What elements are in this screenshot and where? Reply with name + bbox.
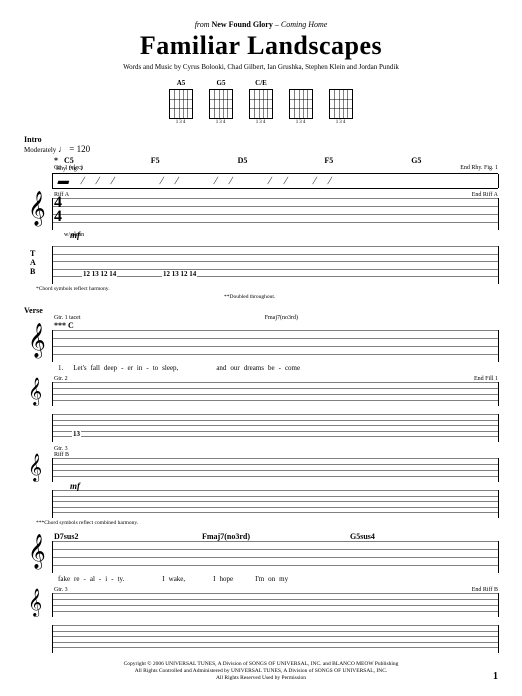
vocal-staff: 𝄞	[52, 330, 498, 362]
dash: –	[275, 20, 279, 29]
chord-diagram: 134	[289, 79, 313, 125]
section-intro: Intro	[24, 135, 498, 144]
dynamic-marking: mf	[70, 230, 80, 240]
verse-system-2: D7sus2 Fmaj7(no3rd) G5sus4 𝄞 fake re - a…	[24, 532, 498, 653]
chord-label: F5	[151, 156, 238, 165]
tab-numbers: 12 13 12 14	[162, 270, 197, 278]
footnote: *Chord symbols reflect harmony.	[36, 286, 498, 292]
credits-line: Words and Music by Cyrus Bolooki, Chad G…	[24, 63, 498, 71]
gtr3-staff: 𝄞 mf	[52, 458, 498, 482]
source-line: from New Found Glory – Coming Home	[24, 20, 498, 29]
fret-numbers: 134	[216, 120, 227, 125]
tab-number: 13	[72, 430, 81, 438]
from-prefix: from	[195, 20, 210, 29]
intro-system: * C5 F5 D5 F5 G5 Gtr. 1 (elec) End Rhy. …	[24, 156, 498, 300]
tempo-marking: Moderately ♩ = 120	[24, 144, 498, 154]
chord-row-intro: * C5 F5 D5 F5 G5	[24, 156, 498, 165]
chord-label: Fmaj7(no3rd)	[202, 532, 350, 541]
chord-diagrams-row: A5 134 G5 134 C/E 134 134 134	[24, 79, 498, 125]
gtr3-tab-2	[52, 625, 498, 653]
verse-chords: *** C	[24, 321, 498, 330]
chord-diagram: 134	[329, 79, 353, 125]
lyrics-line-1: 1. Let's fall deep - er in - to sleep, a…	[24, 364, 498, 372]
treble-clef-icon: 𝄞	[28, 591, 42, 615]
band-name: New Found Glory	[212, 20, 273, 29]
tab-label: TAB	[30, 250, 36, 276]
tab-numbers: 12 13 12 14	[82, 270, 117, 278]
chord-name: C/E	[255, 79, 267, 87]
chord-name: G5	[217, 79, 226, 87]
vocal-staff-2: 𝄞	[52, 541, 498, 573]
gtr2-tab: 13	[52, 414, 498, 442]
tempo-value: ♩ = 120	[58, 144, 90, 154]
section-verse: Verse	[24, 306, 498, 315]
fretboard-icon	[289, 89, 313, 119]
chord-diagram: C/E 134	[249, 79, 273, 125]
lyrics-line-2: fake re - al - i - ty. I wake, I hope I'…	[24, 575, 498, 583]
song-title: Familiar Landscapes	[24, 31, 498, 61]
star: *	[54, 156, 64, 165]
treble-clef-icon: 𝄞	[28, 456, 42, 480]
copyright-footer: Copyright © 2006 UNIVERSAL TUNES, A Divi…	[0, 661, 522, 682]
notation-staff: 𝄞 4 4 mf	[52, 198, 498, 230]
gtr3-staff-2: 𝄞	[52, 593, 498, 617]
fretboard-icon	[209, 89, 233, 119]
let-ring-note: w/ clean	[24, 232, 498, 238]
tablature-staff: TAB 12 13 12 14 12 13 12 14	[52, 246, 498, 284]
copyright-line-3: All Rights Reserved Used by Permission	[0, 675, 522, 682]
rhy-fig-end: End Rhy. Fig. 1	[460, 165, 498, 171]
page-number: 1	[493, 671, 498, 682]
tempo-text: Moderately	[24, 146, 56, 154]
chord-label: C5	[64, 156, 151, 165]
fret-numbers: 134	[176, 120, 187, 125]
treble-clef-icon: 𝄞	[28, 537, 46, 567]
chord-label: C	[68, 321, 283, 330]
gtr2-staff: 𝄞	[52, 382, 498, 406]
fretboard-icon	[329, 89, 353, 119]
album-name: Coming Home	[281, 20, 327, 29]
fretboard-icon	[249, 89, 273, 119]
fret-numbers: 134	[336, 120, 347, 125]
chord-label: G5sus4	[350, 532, 498, 541]
verse2-chords: D7sus2 Fmaj7(no3rd) G5sus4	[24, 532, 498, 541]
fretboard-icon	[169, 89, 193, 119]
copyright-line-2: All Rights Controlled and Administered b…	[0, 668, 522, 675]
chord-name	[340, 79, 342, 87]
chord-name: A5	[177, 79, 186, 87]
treble-clef-icon: 𝄞	[28, 380, 42, 404]
treble-clef-icon: 𝄞	[28, 326, 46, 356]
footnote: ***Chord symbols reflect combined harmon…	[36, 520, 498, 526]
fret-numbers: 134	[256, 120, 267, 125]
chord-label: D5	[238, 156, 325, 165]
copyright-line-1: Copyright © 2006 UNIVERSAL TUNES, A Divi…	[0, 661, 522, 668]
chord-diagram: G5 134	[209, 79, 233, 125]
sheet-header: from New Found Glory – Coming Home Famil…	[24, 20, 498, 125]
chord-label: F5	[324, 156, 411, 165]
chord-label: D7sus2	[54, 532, 202, 541]
verse-number: 1.	[58, 364, 63, 372]
footnote: **Doubled throughout.	[224, 294, 498, 300]
rhythm-slashes: Rhy. Fig. 1 ▬/// // // // //	[52, 173, 498, 189]
treble-clef-icon: 𝄞	[28, 194, 46, 224]
verse-system-1: Gtr. 1 tacet Fmaj7(no3rd) *** C 𝄞 1. Let…	[24, 315, 498, 526]
rhy-fig-start: Rhy. Fig. 1	[56, 166, 83, 172]
chord-label: G5	[411, 156, 498, 165]
chord-name	[300, 79, 302, 87]
fret-numbers: 134	[296, 120, 307, 125]
gtr3-tab	[52, 490, 498, 518]
time-signature: 4 4	[54, 196, 62, 225]
chord-diagram: A5 134	[169, 79, 193, 125]
